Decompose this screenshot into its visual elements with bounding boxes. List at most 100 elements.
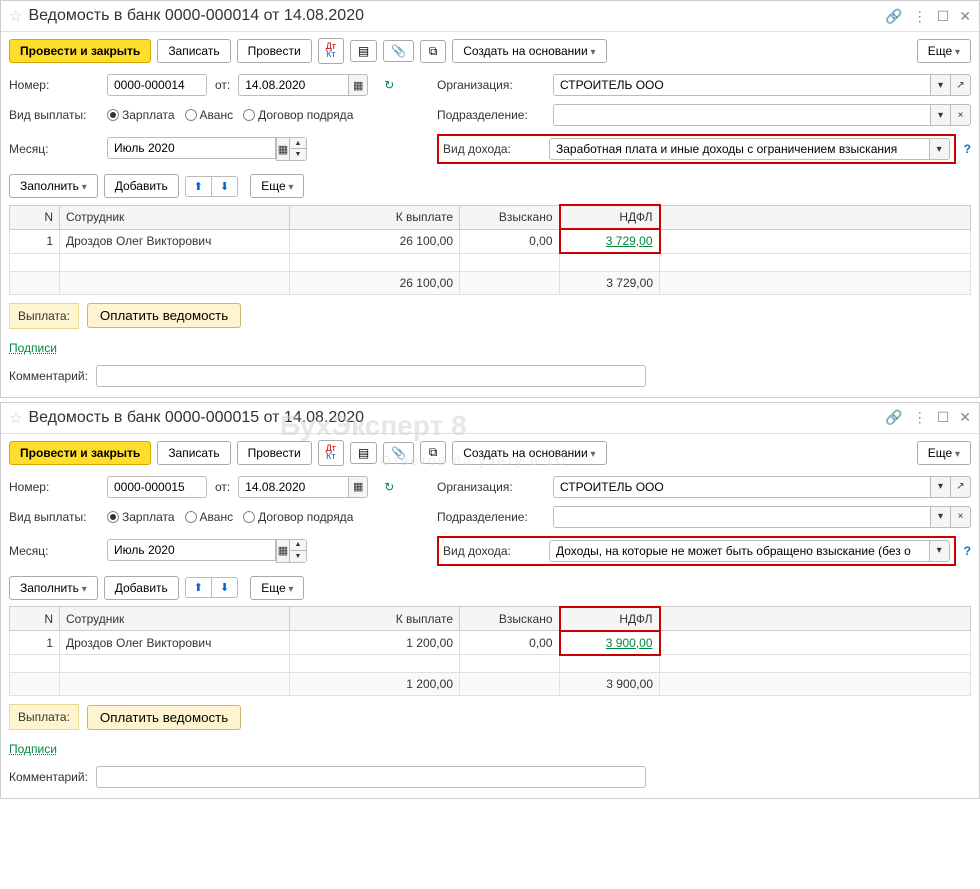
- org-dropdown-icon[interactable]: ▾: [931, 476, 951, 498]
- col-collected-header[interactable]: Взыскано: [460, 607, 560, 631]
- month-calendar-icon[interactable]: ▦: [276, 137, 290, 161]
- create-based-button[interactable]: Создать на основании: [452, 441, 606, 465]
- link-icon[interactable]: 🔗: [885, 409, 902, 426]
- structure-button[interactable]: ⧉: [420, 40, 446, 63]
- create-based-button[interactable]: Создать на основании: [452, 39, 606, 63]
- record-button[interactable]: Записать: [157, 39, 230, 63]
- attach-button[interactable]: 📎: [383, 442, 414, 464]
- close-icon[interactable]: ✕: [959, 8, 971, 25]
- income-type-dropdown-icon[interactable]: ▾: [930, 138, 950, 160]
- col-n-header[interactable]: N: [10, 607, 60, 631]
- post-button[interactable]: Провести: [237, 39, 312, 63]
- radio-contract[interactable]: Договор подряда: [243, 108, 353, 122]
- income-type-dropdown-icon[interactable]: ▾: [930, 540, 950, 562]
- col-spacer: [660, 607, 971, 631]
- more-icon[interactable]: ⋮: [913, 8, 927, 25]
- month-up-icon[interactable]: ▲: [290, 138, 306, 149]
- cell-ndfl[interactable]: 3 900,00: [560, 631, 660, 655]
- attach-button[interactable]: 📎: [383, 40, 414, 62]
- maximize-icon[interactable]: ☐: [937, 8, 950, 25]
- org-dropdown-icon[interactable]: ▾: [931, 74, 951, 96]
- post-close-button[interactable]: Провести и закрыть: [9, 39, 151, 63]
- month-down-icon[interactable]: ▼: [290, 149, 306, 160]
- org-open-icon[interactable]: ↗: [951, 476, 971, 498]
- month-up-icon[interactable]: ▲: [290, 540, 306, 551]
- income-type-input[interactable]: [549, 540, 930, 562]
- record-button[interactable]: Записать: [157, 441, 230, 465]
- favorite-icon[interactable]: ☆: [9, 409, 22, 427]
- org-input[interactable]: [553, 74, 931, 96]
- add-button[interactable]: Добавить: [104, 576, 179, 600]
- subdiv-dropdown-icon[interactable]: ▾: [931, 104, 951, 126]
- refresh-icon[interactable]: ↻: [376, 477, 402, 497]
- refresh-icon[interactable]: ↻: [376, 75, 402, 95]
- structure-button[interactable]: ⧉: [420, 441, 446, 464]
- maximize-icon[interactable]: ☐: [937, 409, 950, 426]
- more-icon[interactable]: ⋮: [913, 409, 927, 426]
- calendar-icon[interactable]: ▦: [348, 476, 368, 498]
- month-input[interactable]: [107, 137, 276, 159]
- date-input[interactable]: [238, 74, 348, 96]
- fill-button[interactable]: Заполнить: [9, 174, 98, 198]
- pay-button[interactable]: Оплатить ведомость: [87, 705, 241, 730]
- radio-salary[interactable]: Зарплата: [107, 108, 175, 122]
- close-icon[interactable]: ✕: [959, 409, 971, 426]
- dtkt-button[interactable]: ДтКт: [318, 440, 344, 466]
- help-icon[interactable]: ?: [964, 142, 971, 156]
- number-input[interactable]: [107, 74, 207, 96]
- signatures-link[interactable]: Подписи: [1, 337, 65, 359]
- subdiv-input[interactable]: [553, 506, 931, 528]
- org-open-icon[interactable]: ↗: [951, 74, 971, 96]
- move-down-icon[interactable]: ⬇: [212, 578, 237, 597]
- subdiv-input[interactable]: [553, 104, 931, 126]
- help-icon[interactable]: ?: [964, 544, 971, 558]
- col-emp-header[interactable]: Сотрудник: [60, 607, 290, 631]
- post-button[interactable]: Провести: [237, 441, 312, 465]
- col-n-header[interactable]: N: [10, 205, 60, 229]
- radio-contract[interactable]: Договор подряда: [243, 510, 353, 524]
- comment-label: Комментарий:: [9, 369, 88, 383]
- table-row[interactable]: 1 Дроздов Олег Викторович 26 100,00 0,00…: [10, 229, 971, 253]
- table-more-button[interactable]: Еще: [250, 174, 304, 198]
- move-up-icon[interactable]: ⬆: [186, 177, 212, 196]
- date-input[interactable]: [238, 476, 348, 498]
- month-down-icon[interactable]: ▼: [290, 551, 306, 562]
- print-button[interactable]: ▤: [350, 40, 377, 62]
- move-down-icon[interactable]: ⬇: [212, 177, 237, 196]
- table-row[interactable]: 1 Дроздов Олег Викторович 1 200,00 0,00 …: [10, 631, 971, 655]
- calendar-icon[interactable]: ▦: [348, 74, 368, 96]
- more-button[interactable]: Еще: [917, 39, 971, 63]
- income-type-input[interactable]: [549, 138, 930, 160]
- radio-advance[interactable]: Аванс: [185, 510, 234, 524]
- radio-salary[interactable]: Зарплата: [107, 510, 175, 524]
- add-button[interactable]: Добавить: [104, 174, 179, 198]
- col-ndfl-header[interactable]: НДФЛ: [560, 607, 660, 631]
- table-more-button[interactable]: Еще: [250, 576, 304, 600]
- org-input[interactable]: [553, 476, 931, 498]
- number-input[interactable]: [107, 476, 207, 498]
- favorite-icon[interactable]: ☆: [9, 7, 22, 25]
- fill-button[interactable]: Заполнить: [9, 576, 98, 600]
- pay-button[interactable]: Оплатить ведомость: [87, 303, 241, 328]
- subdiv-clear-icon[interactable]: ×: [951, 506, 971, 528]
- month-input[interactable]: [107, 539, 276, 561]
- signatures-link[interactable]: Подписи: [1, 738, 65, 760]
- col-amount-header[interactable]: К выплате: [290, 205, 460, 229]
- col-ndfl-header[interactable]: НДФЛ: [560, 205, 660, 229]
- link-icon[interactable]: 🔗: [885, 8, 902, 25]
- dtkt-button[interactable]: ДтКт: [318, 38, 344, 64]
- month-calendar-icon[interactable]: ▦: [276, 539, 290, 563]
- col-emp-header[interactable]: Сотрудник: [60, 205, 290, 229]
- col-amount-header[interactable]: К выплате: [290, 607, 460, 631]
- comment-input[interactable]: [96, 766, 646, 788]
- post-close-button[interactable]: Провести и закрыть: [9, 441, 151, 465]
- col-collected-header[interactable]: Взыскано: [460, 205, 560, 229]
- comment-input[interactable]: [96, 365, 646, 387]
- move-up-icon[interactable]: ⬆: [186, 578, 212, 597]
- subdiv-dropdown-icon[interactable]: ▾: [931, 506, 951, 528]
- more-button[interactable]: Еще: [917, 441, 971, 465]
- subdiv-clear-icon[interactable]: ×: [951, 104, 971, 126]
- print-button[interactable]: ▤: [350, 442, 377, 464]
- cell-ndfl[interactable]: 3 729,00: [560, 229, 660, 253]
- radio-advance[interactable]: Аванс: [185, 108, 234, 122]
